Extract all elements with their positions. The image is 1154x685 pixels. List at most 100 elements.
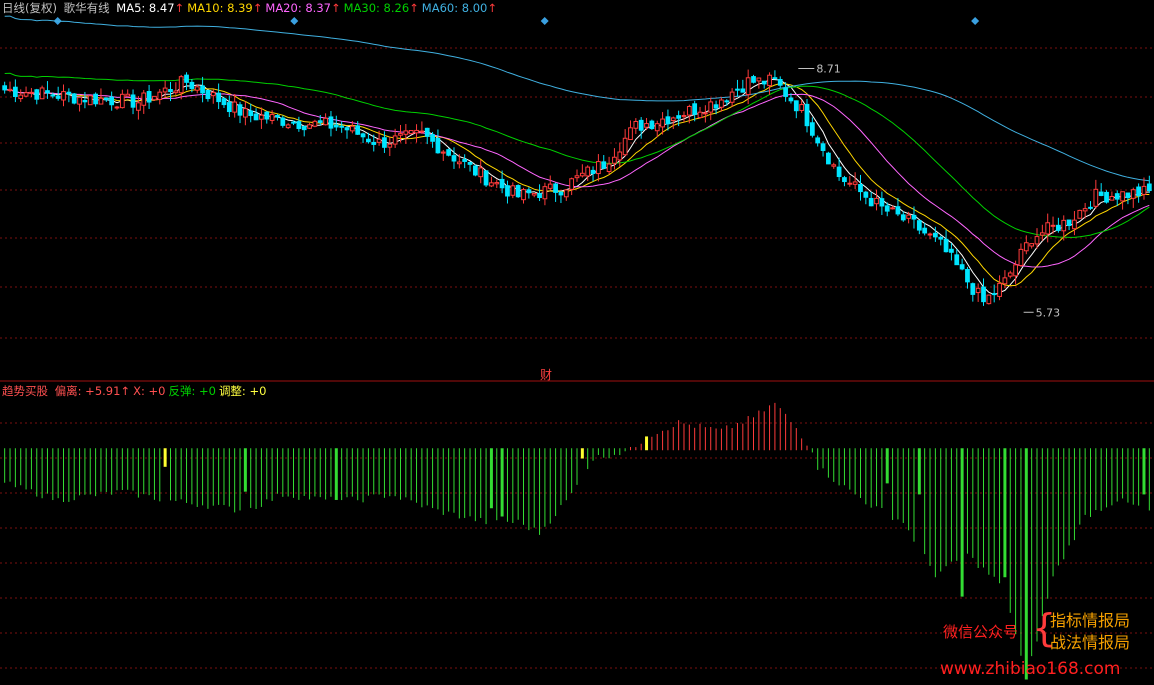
candle-body-152	[815, 137, 821, 144]
candle-body-140	[751, 76, 756, 83]
candle-body-171	[916, 220, 922, 231]
candle-body-80	[430, 134, 435, 142]
candle-body-113	[606, 163, 612, 172]
candle-body-67	[360, 133, 366, 138]
candle-body-201	[1077, 209, 1083, 219]
candle-body-65	[349, 125, 355, 132]
candle-body-122	[654, 123, 660, 132]
candle-body-129	[692, 103, 698, 115]
candle-body-49	[264, 111, 270, 120]
candle-body-164	[879, 198, 885, 207]
candle-body-98	[526, 189, 532, 194]
candle-body-176	[943, 238, 949, 253]
candle-body-68	[366, 138, 371, 143]
candle-body-174	[932, 232, 938, 238]
candle-body-9	[50, 94, 56, 97]
candle-body-71	[382, 137, 387, 148]
candle-body-192	[1029, 243, 1035, 247]
diamond-marker-1	[290, 17, 299, 25]
candle-body-167	[895, 206, 901, 215]
candle-body-35	[189, 81, 195, 89]
candle-body-189	[1013, 264, 1018, 277]
candle-body-206	[1104, 191, 1109, 203]
candle-body-142	[761, 80, 767, 85]
candle-body-103	[553, 183, 558, 193]
candle-body-57	[307, 124, 312, 129]
candle-body-128	[686, 105, 692, 116]
candle-body-28	[152, 95, 157, 101]
candle-body-175	[938, 236, 944, 240]
watermark-brand2: 战法情报局	[1050, 633, 1131, 652]
watermark-brand1: 指标情报局	[1050, 611, 1131, 630]
candle-body-112	[601, 161, 607, 169]
candle-body-2	[12, 86, 18, 97]
candle-body-125	[670, 117, 676, 122]
candle-body-33	[178, 76, 184, 94]
candle-body-81	[435, 138, 441, 154]
candle-body-27	[146, 91, 152, 103]
candle-body-132	[708, 101, 714, 113]
candle-body-193	[1034, 236, 1040, 245]
candle-body-73	[392, 135, 398, 145]
candle-body-95	[510, 185, 516, 196]
candle-body-117	[628, 127, 633, 141]
candle-body-72	[387, 143, 393, 148]
candle-body-181	[970, 283, 976, 295]
candle-body-109	[585, 166, 591, 177]
candle-body-190	[1018, 248, 1024, 266]
kline-chart: 8.71 5.73	[0, 15, 1154, 680]
candle-body-13	[71, 93, 77, 104]
candle-body-16	[87, 95, 93, 106]
candle-body-115	[617, 151, 623, 161]
candle-body-120	[644, 123, 649, 128]
candle-body-105	[563, 189, 569, 198]
candle-body-41	[221, 98, 227, 106]
candle-body-91	[489, 182, 494, 187]
candle-body-149	[799, 104, 805, 111]
candle-body-87	[467, 161, 473, 165]
candle-body-211	[1130, 189, 1136, 199]
candle-body-153	[820, 143, 826, 151]
candle-body-92	[494, 182, 500, 185]
candle-body-62	[333, 124, 339, 128]
candle-body-69	[371, 141, 377, 145]
candle-body-53	[285, 124, 291, 129]
candle-body-44	[237, 104, 243, 116]
candle-body-188	[1007, 272, 1013, 277]
candle-body-179	[959, 264, 965, 270]
financial-marker: 财	[540, 368, 553, 382]
candle-body-197	[1056, 224, 1061, 231]
candle-body-139	[745, 77, 751, 96]
candle-body-177	[949, 248, 954, 253]
candle-body-79	[424, 127, 430, 137]
candle-body-200	[1072, 219, 1077, 230]
candle-body-123	[660, 118, 665, 128]
candle-body-209	[1120, 191, 1125, 202]
candle-body-78	[419, 130, 425, 133]
candle-body-207	[1109, 195, 1115, 201]
candle-body-96	[515, 185, 521, 198]
candle-body-210	[1125, 192, 1131, 199]
candle-body-184	[986, 294, 992, 305]
candle-body-101	[542, 186, 548, 200]
candle-body-141	[756, 77, 762, 82]
candle-body-43	[232, 101, 238, 113]
candle-body-42	[226, 102, 232, 113]
candle-body-66	[355, 125, 361, 135]
candle-body-170	[911, 214, 917, 220]
candle-body-21	[114, 106, 120, 109]
candle-body-10	[55, 95, 61, 99]
candle-body-185	[991, 293, 997, 296]
candle-body-208	[1114, 193, 1120, 200]
candle-body-114	[612, 156, 617, 164]
candle-body-24	[130, 94, 136, 108]
candle-body-213	[1141, 185, 1147, 195]
candle-body-168	[900, 214, 906, 221]
candle-body-63	[339, 125, 345, 128]
candle-body-90	[483, 170, 489, 186]
candle-body-156	[836, 166, 842, 178]
candle-body-146	[783, 87, 788, 97]
candle-body-84	[451, 155, 457, 162]
candle-body-39	[210, 91, 216, 97]
candle-body-70	[376, 138, 382, 143]
